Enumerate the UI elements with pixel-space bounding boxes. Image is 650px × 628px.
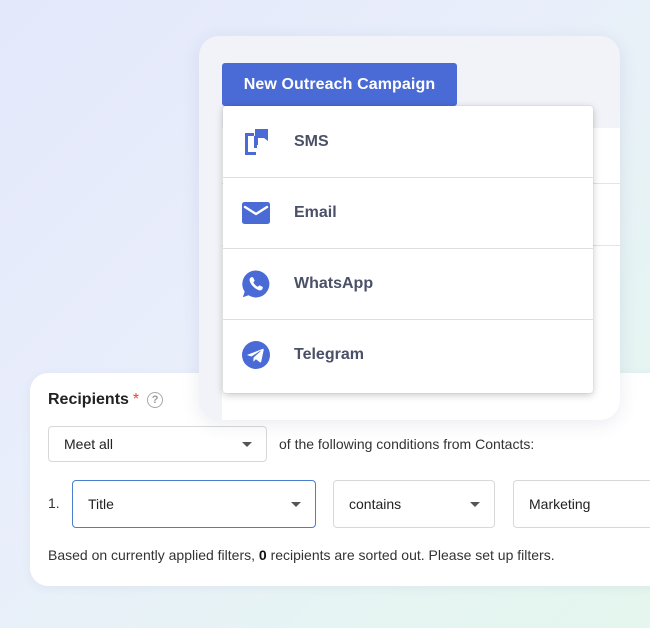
rule-field-select[interactable]: Title — [72, 480, 316, 528]
match-type-value: Meet all — [64, 436, 114, 452]
telegram-icon — [241, 340, 271, 370]
sms-icon — [241, 127, 271, 157]
menu-item-sms[interactable]: SMS — [223, 106, 593, 177]
campaign-channel-menu: SMS Email WhatsApp Telegram — [223, 106, 593, 393]
recipient-count: 0 — [258, 547, 267, 563]
rule-operator-select[interactable]: contains — [333, 480, 495, 528]
menu-item-label: SMS — [294, 132, 329, 150]
chevron-down-icon — [242, 442, 252, 447]
rule-field-value: Title — [88, 496, 114, 512]
chevron-down-icon — [470, 502, 480, 507]
condition-text: of the following conditions from Contact… — [279, 436, 535, 452]
rule-value-text: Marketing — [529, 496, 591, 512]
recipients-title: Recipients — [48, 391, 129, 408]
match-type-select[interactable]: Meet all — [48, 426, 267, 462]
email-icon — [241, 198, 271, 228]
menu-item-email[interactable]: Email — [223, 177, 593, 248]
rule-value-input[interactable]: Marketing — [513, 480, 650, 528]
chevron-down-icon — [291, 502, 301, 507]
rule-number: 1. — [48, 495, 60, 511]
filter-summary: Based on currently applied filters, 0 re… — [48, 547, 555, 563]
recipients-header: Recipients * ? — [48, 391, 164, 409]
menu-item-telegram[interactable]: Telegram — [223, 319, 593, 390]
rule-operator-value: contains — [349, 496, 402, 512]
whatsapp-icon — [241, 269, 271, 299]
menu-item-label: Telegram — [294, 346, 364, 363]
help-icon[interactable]: ? — [147, 392, 164, 408]
new-outreach-campaign-button[interactable]: New Outreach Campaign — [222, 63, 457, 106]
menu-item-label: WhatsApp — [294, 275, 374, 292]
required-marker: * — [132, 391, 140, 408]
menu-item-whatsapp[interactable]: WhatsApp — [223, 248, 593, 319]
menu-item-label: Email — [294, 204, 337, 221]
